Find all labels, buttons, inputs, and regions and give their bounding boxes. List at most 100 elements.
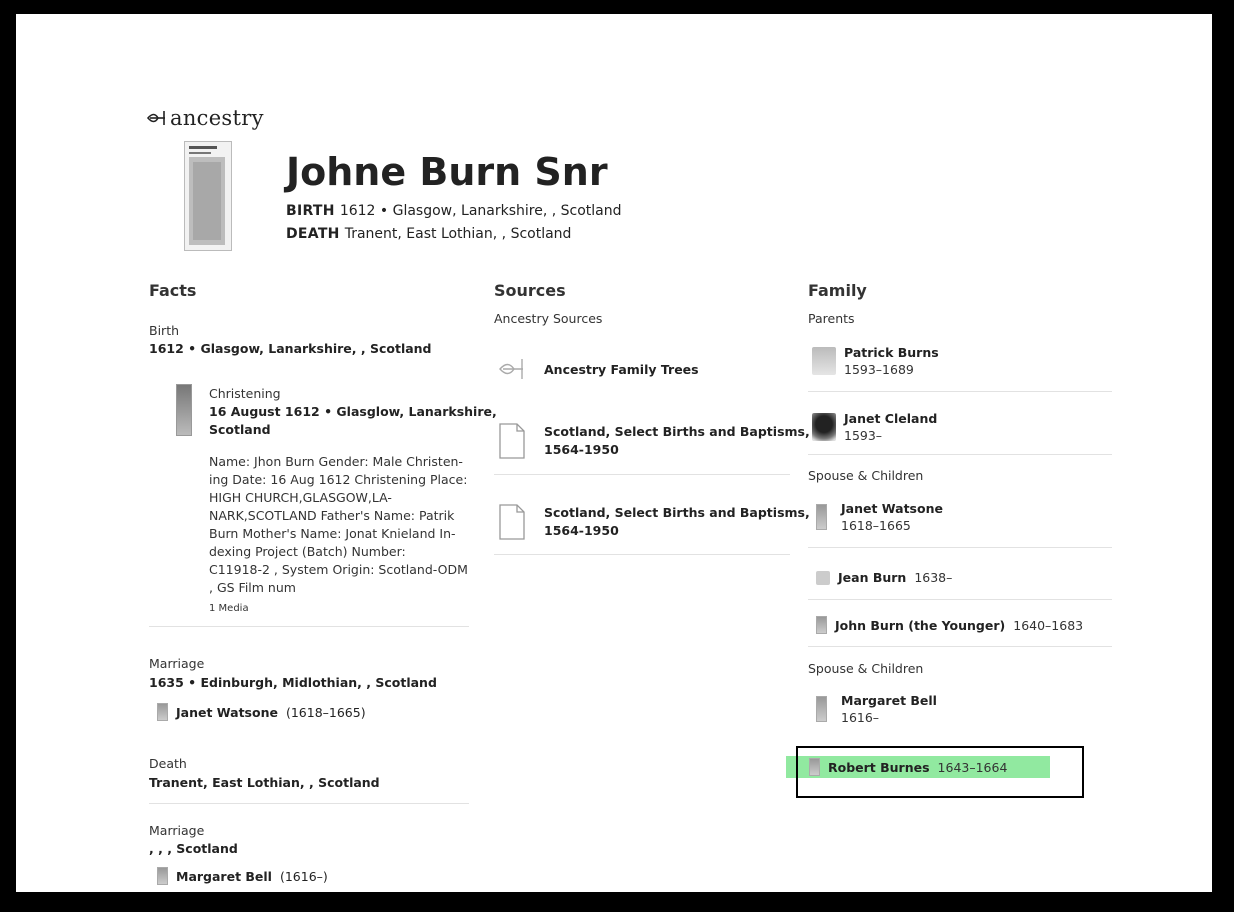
document-icon: [494, 419, 530, 463]
person-silhouette-icon: [812, 347, 836, 375]
spouse-children-heading-1: Spouse & Children: [808, 468, 924, 483]
marriage2-spouse-name: Margaret Bell: [176, 868, 272, 884]
child-john-burn[interactable]: John Burn (the Younger) 1640–1683: [816, 616, 1083, 634]
source-label-line: 1564-1950: [544, 523, 619, 538]
birth-label: BIRTH: [286, 203, 335, 219]
fact-christening-heading: Christening: [209, 386, 281, 401]
marriage1-spouse-years: (1618–1665): [285, 704, 366, 720]
christening-desc-line: , GS Film num: [209, 580, 296, 595]
person-name: Johne Burn Snr: [286, 150, 608, 194]
spouse-children-heading-2: Spouse & Children: [808, 661, 924, 676]
source-label: Ancestry Family Trees: [544, 361, 699, 377]
death-label: DEATH: [286, 226, 340, 242]
source-ancestry-family-trees[interactable]: Ancestry Family Trees: [494, 347, 699, 391]
ancestry-logo[interactable]: ancestry: [146, 106, 264, 130]
ancestry-leaf-icon: [146, 111, 165, 125]
birth-value: 1612 • Glasgow, Lanarkshire, , Scotland: [339, 203, 622, 219]
christening-description: Name: Jhon Burn Gender: Male Christen- i…: [209, 453, 468, 597]
divider: [808, 454, 1112, 455]
marriage1-spouse-link[interactable]: Janet Watsone (1618–1665): [157, 703, 366, 721]
spouse-janet-watsone[interactable]: Janet Watsone 1618–1665: [816, 500, 943, 534]
fact-birth-heading: Birth: [149, 323, 180, 338]
christening-desc-line: ing Date: 16 Aug 1612 Christening Place:: [209, 472, 468, 487]
marriage2-spouse-link[interactable]: Margaret Bell (1616–): [157, 867, 328, 885]
fact-marriage1-heading: Marriage: [149, 656, 205, 671]
marriage2-spouse-years: (1616–): [279, 868, 328, 884]
child-name: John Burn (the Younger): [835, 617, 1006, 633]
person-record-icon: [157, 867, 168, 885]
source-scotland-births-1[interactable]: Scotland, Select Births and Baptisms, 15…: [494, 419, 810, 463]
spouse-name: Janet Watsone: [841, 501, 943, 516]
fact-marriage2-value: , , , Scotland: [149, 841, 238, 856]
christening-desc-line: Burn Mother's Name: Jonat Knieland In-: [209, 526, 456, 541]
person-record-icon: [816, 504, 827, 530]
christening-desc-line: dexing Project (Batch) Number:: [209, 544, 406, 559]
child-years: 1638–: [914, 570, 953, 585]
coat-of-arms-icon: [812, 413, 836, 441]
source-label-line: Scotland, Select Births and Baptisms,: [544, 505, 810, 520]
spouse-margaret-bell[interactable]: Margaret Bell 1616–: [816, 692, 937, 726]
child-name: Jean Burn: [838, 570, 907, 585]
divider: [808, 646, 1112, 647]
birth-summary: BIRTH 1612 • Glasgow, Lanarkshire, , Scot…: [286, 203, 622, 219]
ancestry-leaf-icon: [494, 347, 530, 391]
child-jean-burn[interactable]: Jean Burn 1638–: [816, 570, 952, 585]
source-label: Scotland, Select Births and Baptisms, 15…: [544, 504, 810, 540]
fact-marriage2-heading: Marriage: [149, 823, 205, 838]
source-scotland-births-2[interactable]: Scotland, Select Births and Baptisms, 15…: [494, 500, 810, 544]
divider: [149, 803, 469, 804]
person-silhouette-icon: [816, 570, 830, 585]
fact-marriage1-value: 1635 • Edinburgh, Midlothian, , Scotland: [149, 675, 437, 690]
divider: [808, 547, 1112, 548]
sources-subhead: Ancestry Sources: [494, 311, 603, 326]
source-label-line: 1564-1950: [544, 442, 619, 457]
logo-wordmark: ancestry: [170, 106, 264, 130]
record-thumbnail[interactable]: [184, 141, 232, 251]
divider: [149, 626, 469, 627]
fact-birth-value: 1612 • Glasgow, Lanarkshire, , Scotland: [149, 341, 432, 356]
christening-thumbnail[interactable]: [176, 384, 192, 436]
profile-page: ancestry Johne Burn Snr BIRTH 1612 • Glas…: [16, 14, 1212, 892]
divider: [808, 391, 1112, 392]
person-record-icon: [816, 616, 827, 634]
fact-christening-value-1: 16 August 1612 • Glasglow, Lanarkshire,: [209, 404, 497, 419]
parent-years: 1593–: [844, 428, 883, 443]
source-label: Scotland, Select Births and Baptisms, 15…: [544, 423, 810, 459]
facts-title: Facts: [149, 281, 197, 300]
christening-desc-line: HIGH CHURCH,GLASGOW,LA-: [209, 490, 392, 505]
document-icon: [494, 500, 530, 544]
parent-name: Patrick Burns: [844, 345, 939, 360]
parent-name: Janet Cleland: [844, 411, 938, 426]
person-record-icon: [816, 696, 827, 722]
christening-desc-line: Name: Jhon Burn Gender: Male Christen-: [209, 454, 463, 469]
media-count-link[interactable]: 1 Media: [209, 603, 249, 614]
child-robert-burnes[interactable]: Robert Burnes 1643–1664: [809, 758, 1007, 776]
spouse-name: Margaret Bell: [841, 693, 937, 708]
parent-janet-cleland[interactable]: Janet Cleland 1593–: [812, 410, 937, 444]
spouse-years: 1618–1665: [841, 518, 911, 533]
christening-desc-line: NARK,SCOTLAND Father's Name: Patrik: [209, 508, 455, 523]
fact-death-heading: Death: [149, 756, 187, 771]
christening-desc-line: C11918-2 , System Origin: Scotland-ODM: [209, 562, 468, 577]
document-frame: ancestry Johne Burn Snr BIRTH 1612 • Glas…: [10, 8, 1218, 898]
divider: [494, 474, 790, 475]
source-label-line: Scotland, Select Births and Baptisms,: [544, 424, 810, 439]
child-name: Robert Burnes: [828, 759, 930, 775]
parent-years: 1593–1689: [844, 362, 914, 377]
child-years: 1640–1683: [1013, 617, 1084, 633]
divider: [808, 599, 1112, 600]
parents-heading: Parents: [808, 311, 855, 326]
child-years: 1643–1664: [937, 759, 1008, 775]
spouse-years: 1616–: [841, 710, 880, 725]
divider: [494, 554, 790, 555]
family-title: Family: [808, 281, 867, 300]
parent-patrick-burns[interactable]: Patrick Burns 1593–1689: [812, 344, 939, 378]
sources-title: Sources: [494, 281, 566, 300]
person-record-icon: [809, 758, 820, 776]
fact-christening-value-2: Scotland: [209, 422, 271, 437]
fact-death-value: Tranent, East Lothian, , Scotland: [149, 775, 380, 790]
death-value: Tranent, East Lothian, , Scotland: [344, 226, 572, 242]
death-summary: DEATH Tranent, East Lothian, , Scotland: [286, 226, 571, 242]
marriage1-spouse-name: Janet Watsone: [176, 704, 278, 720]
person-record-icon: [157, 703, 168, 721]
